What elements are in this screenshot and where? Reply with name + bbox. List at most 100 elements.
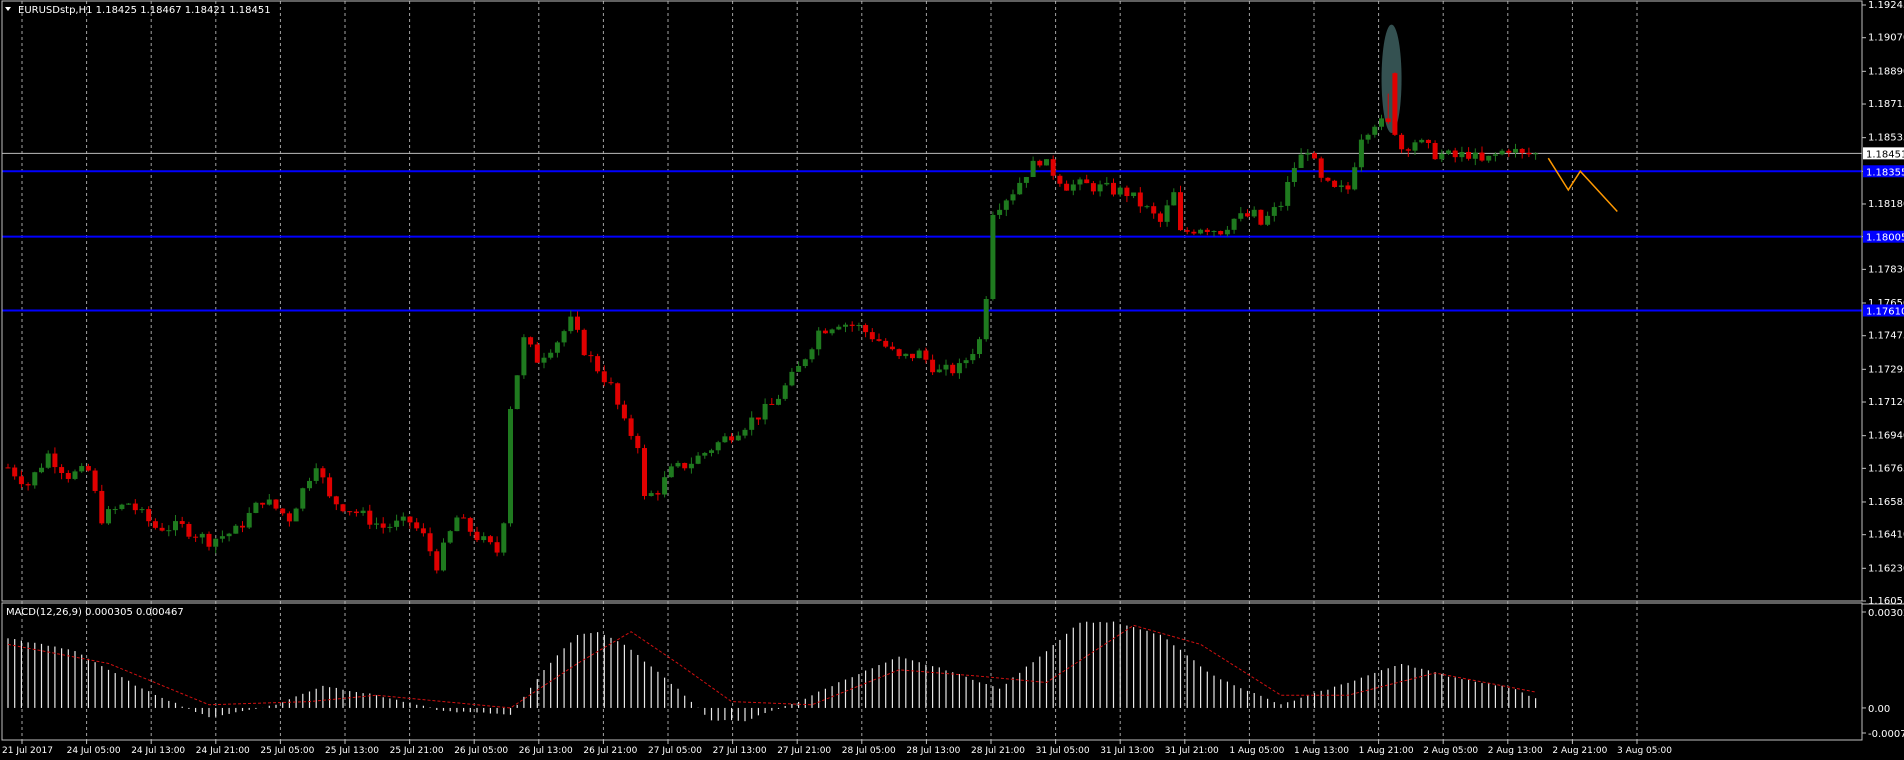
bull-candle: [1271, 207, 1277, 216]
macd-tick-label: 0.00302: [1868, 608, 1904, 619]
bear-candle: [1137, 192, 1143, 207]
bull-candle: [1144, 206, 1150, 208]
bull-candle: [514, 375, 520, 410]
bull-candle: [1003, 200, 1009, 210]
bull-candle: [1231, 218, 1237, 230]
bull-candle: [836, 326, 842, 330]
bear-candle: [193, 536, 199, 538]
bear-candle: [1184, 230, 1190, 232]
bear-candle: [152, 521, 158, 528]
bear-candle: [407, 516, 413, 523]
bull-candle: [1459, 151, 1465, 158]
bull-candle: [454, 517, 460, 532]
price-tick-label: 1.17120: [1868, 397, 1904, 408]
price-tick-label: 1.18715: [1868, 99, 1904, 110]
bull-candle: [1198, 229, 1204, 234]
bull-candle: [447, 531, 453, 543]
bull-candle: [1513, 148, 1518, 153]
bear-candle: [414, 522, 420, 529]
bear-candle: [474, 531, 480, 541]
bull-candle: [166, 530, 172, 532]
bear-candle: [92, 470, 98, 491]
time-tick-label: 1 Aug 13:00: [1294, 746, 1349, 756]
bull-candle: [246, 512, 252, 528]
bear-candle: [1312, 153, 1317, 159]
price-tick-label: 1.18890: [1868, 66, 1904, 77]
bear-candle: [1479, 152, 1485, 161]
bull-candle: [1492, 154, 1498, 156]
bear-candle: [1050, 159, 1056, 176]
bull-candle: [715, 442, 721, 451]
bull-candle: [749, 417, 755, 430]
bull-candle: [662, 477, 668, 495]
bull-candle: [508, 409, 513, 524]
bull-candle: [360, 510, 366, 514]
bull-candle: [1278, 205, 1284, 208]
bear-candle: [889, 346, 895, 350]
time-tick-label: 24 Jul 05:00: [67, 746, 121, 756]
bull-candle: [521, 337, 527, 376]
bear-candle: [132, 503, 138, 511]
bull-candle: [1472, 152, 1478, 159]
bull-candle: [554, 342, 560, 353]
bear-candle: [467, 518, 473, 532]
bull-candle: [501, 523, 507, 553]
bull-candle: [1023, 177, 1029, 183]
bear-candle: [1345, 185, 1351, 190]
bull-candle: [782, 385, 788, 399]
bear-candle: [876, 339, 882, 341]
bear-candle: [353, 511, 359, 514]
bear-candle: [1318, 158, 1324, 178]
bear-candle: [534, 344, 540, 363]
bull-candle: [1285, 182, 1291, 206]
level-price-label: 1.18355: [1866, 167, 1904, 178]
price-tick-label: 1.16230: [1868, 563, 1904, 574]
bull-candle: [776, 398, 781, 405]
bear-candle: [1057, 175, 1063, 184]
time-tick-label: 25 Jul 05:00: [260, 746, 314, 756]
bull-candle: [1131, 192, 1137, 197]
price-tick-label: 1.16585: [1868, 497, 1904, 508]
price-tick-label: 1.19070: [1868, 33, 1904, 44]
bull-candle: [688, 463, 694, 469]
bear-candle: [642, 448, 647, 496]
price-tick-label: 1.19245: [1868, 0, 1904, 11]
bull-candle: [1117, 187, 1123, 195]
time-tick-label: 21 Jul 2017: [2, 746, 53, 756]
bear-candle: [1399, 134, 1405, 150]
bull-candle: [112, 509, 118, 511]
bull-candle: [139, 509, 145, 511]
bear-candle: [206, 533, 212, 547]
price-tick-label: 1.18180: [1868, 199, 1904, 210]
bull-candle: [387, 526, 393, 528]
bull-candle: [1365, 134, 1371, 140]
bear-candle: [260, 502, 266, 505]
bull-candle: [1251, 209, 1257, 217]
bear-candle: [1405, 149, 1411, 151]
time-tick-label: 1 Aug 21:00: [1359, 746, 1414, 756]
bull-candle: [735, 435, 741, 441]
bull-candle: [219, 536, 225, 539]
bull-candle: [1499, 150, 1505, 155]
bull-candle: [983, 299, 989, 340]
bear-candle: [1084, 179, 1090, 184]
bull-candle: [809, 349, 815, 360]
bear-candle: [12, 467, 18, 477]
bear-candle: [595, 356, 601, 372]
bull-candle: [668, 466, 674, 478]
time-tick-label: 24 Jul 13:00: [131, 746, 185, 756]
bear-candle: [575, 316, 580, 330]
bear-candle: [487, 536, 493, 543]
bear-candle: [494, 542, 500, 553]
bull-candle: [1372, 126, 1378, 135]
bear-candle: [1111, 182, 1116, 195]
bull-candle: [293, 508, 299, 522]
bear-candle: [1151, 206, 1157, 214]
bear-candle: [601, 371, 607, 383]
time-tick-label: 31 Jul 05:00: [1036, 746, 1090, 756]
bear-candle: [910, 353, 915, 359]
current-price-label: 1.18451: [1866, 149, 1904, 160]
bull-candle: [916, 350, 922, 359]
macd-tick-label: -0.000789: [1868, 729, 1904, 740]
bear-candle: [1191, 231, 1197, 234]
